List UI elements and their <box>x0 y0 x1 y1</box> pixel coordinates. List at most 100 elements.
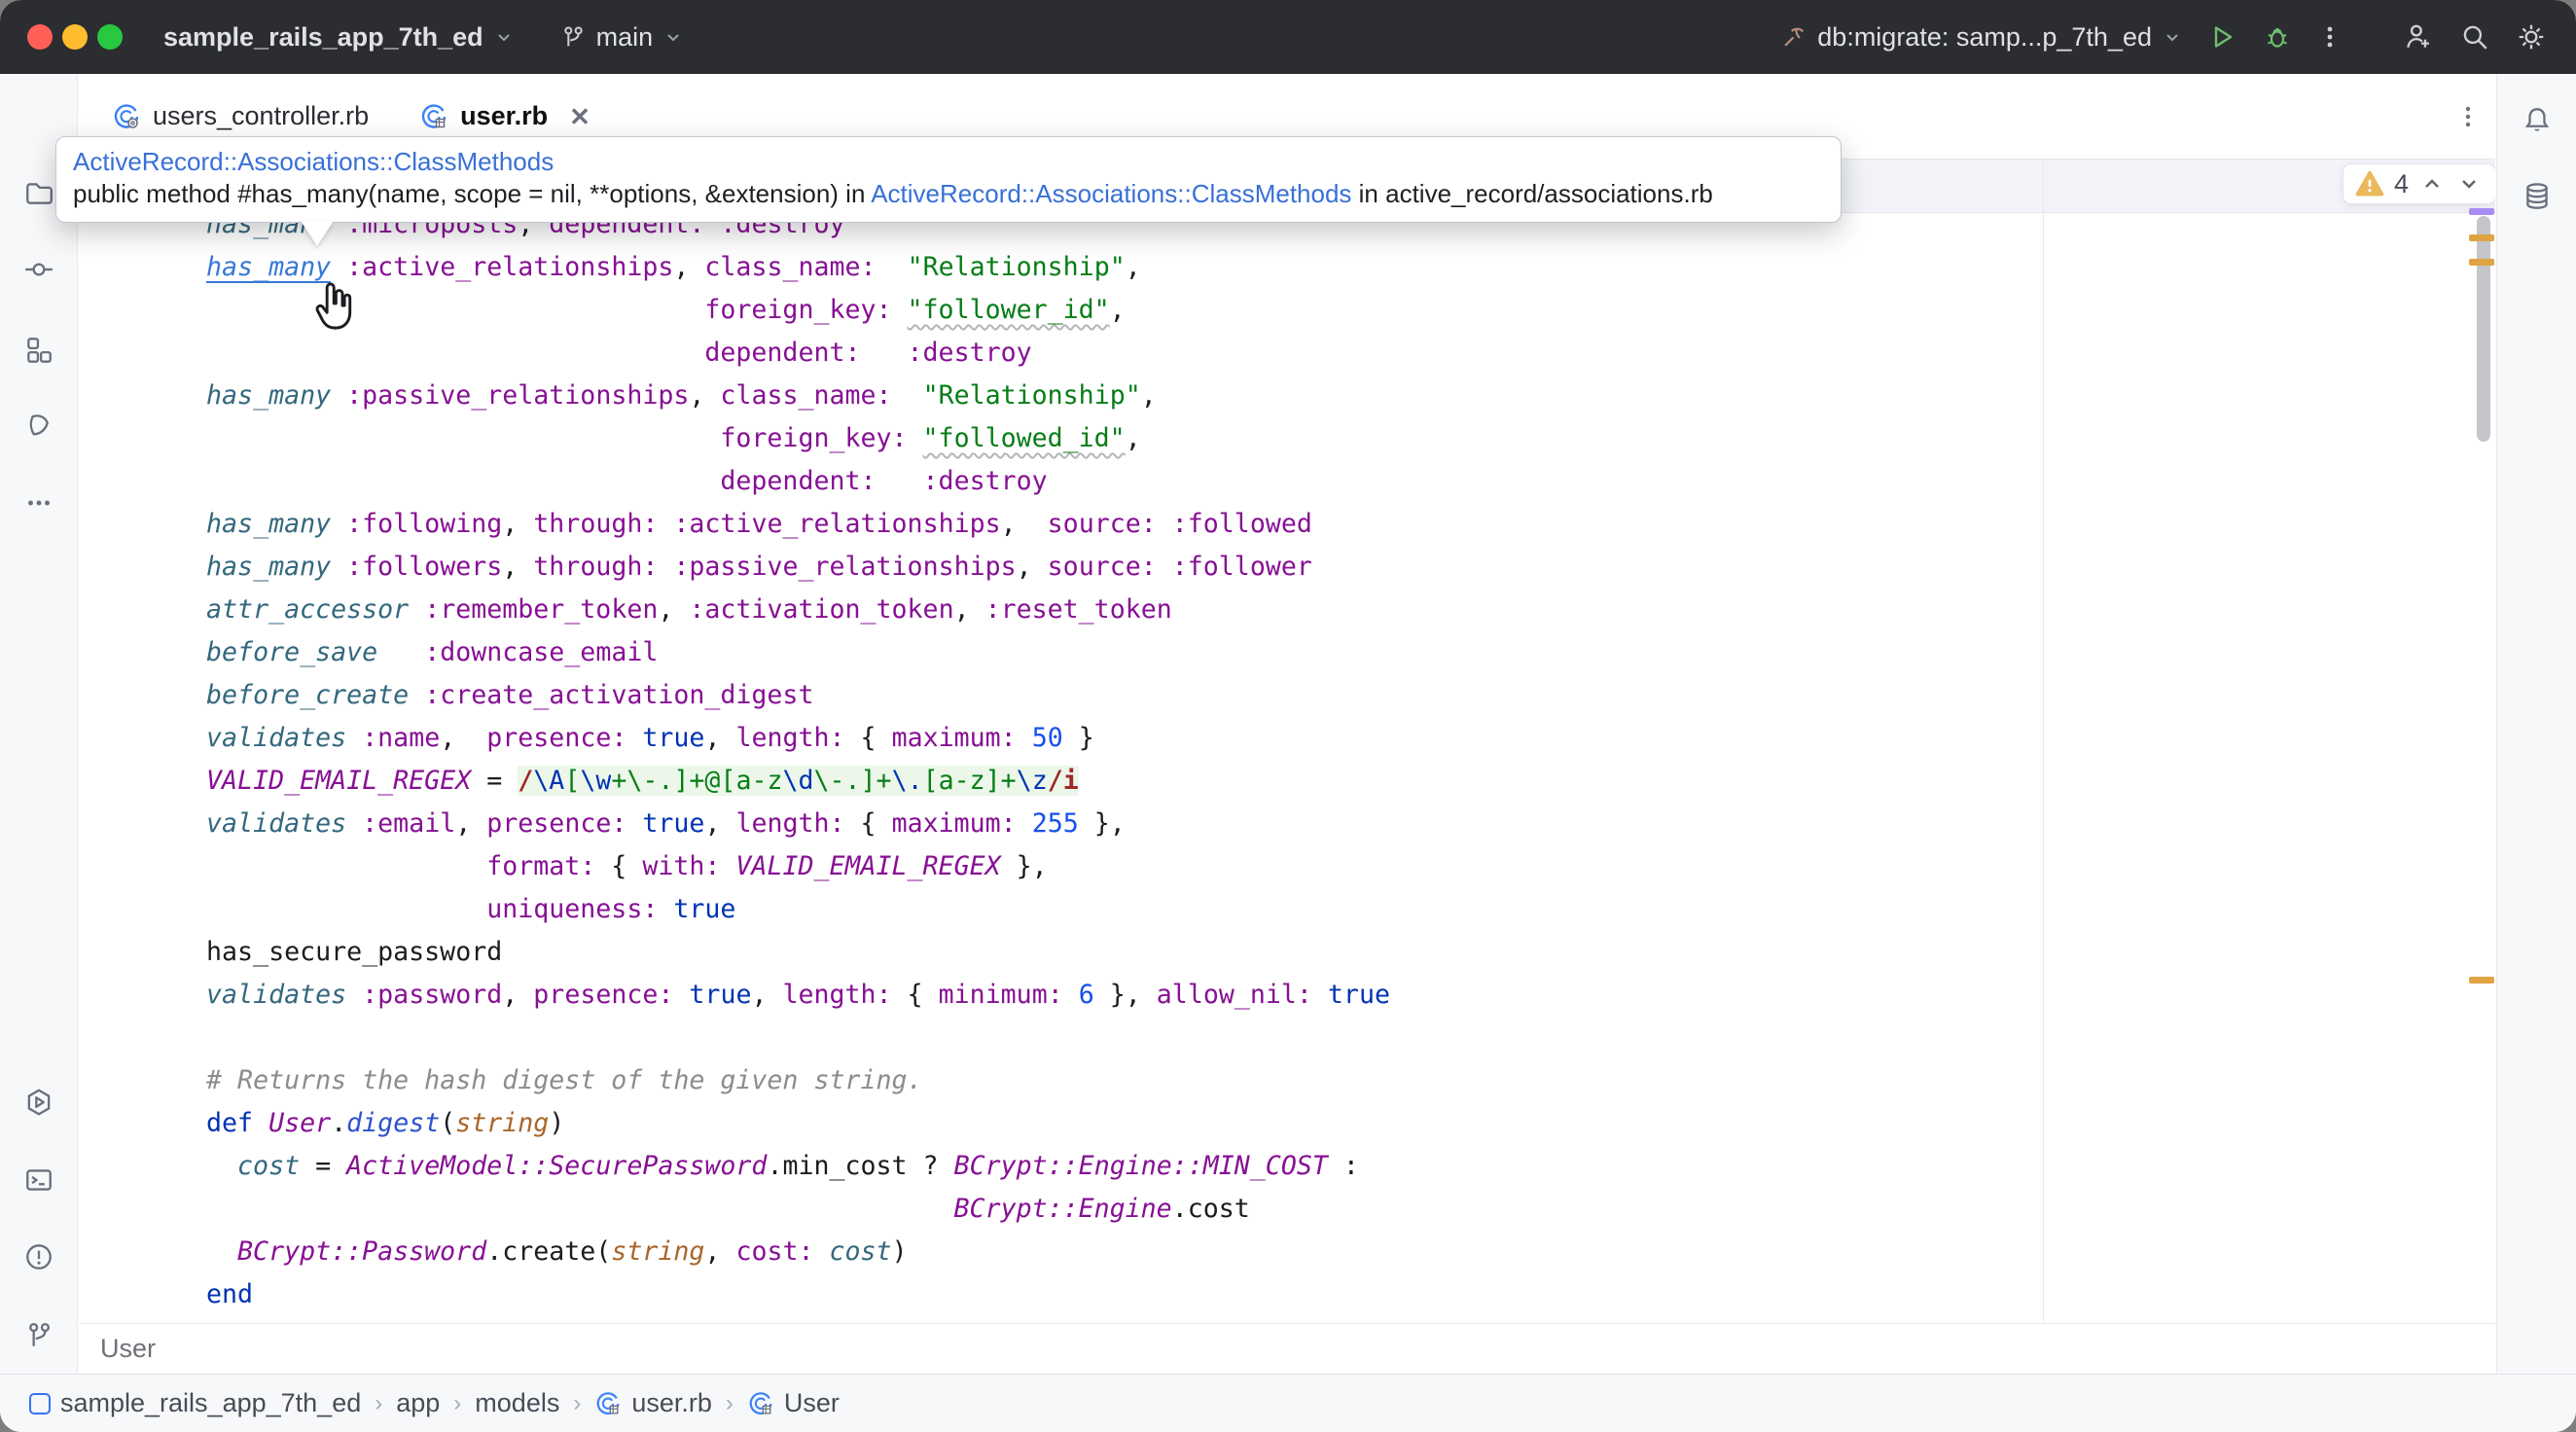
code-line[interactable]: VALID_EMAIL_REGEX = /\A[\w+\-.]+@[a-z\d\… <box>175 760 1390 803</box>
status-bar: sample_rails_app_7th_ed › app › models ›… <box>0 1374 2576 1432</box>
nav-item-app[interactable]: app <box>396 1388 440 1418</box>
code-line[interactable]: # Returns the hash digest of the given s… <box>175 1059 1390 1102</box>
code-line[interactable]: validates :name, presence: true, length:… <box>175 717 1390 760</box>
hand-cursor-icon <box>308 278 357 333</box>
code-line[interactable]: before_create :create_activation_digest <box>175 674 1390 717</box>
code-line[interactable]: end <box>175 1273 1390 1316</box>
doc-popup-arrow <box>301 221 334 263</box>
next-problem-chevron-down-icon[interactable] <box>2455 170 2483 197</box>
problems-icon[interactable] <box>18 1235 60 1278</box>
code-line[interactable]: validates :email, presence: true, length… <box>175 803 1390 845</box>
chevron-down-icon <box>2162 26 2183 48</box>
services-icon[interactable] <box>18 1081 60 1124</box>
git-branch-icon[interactable] <box>18 1313 60 1356</box>
code-area[interactable]: has_many :microposts, dependent: :destro… <box>175 203 1390 1316</box>
right-margin-guide <box>2043 160 2044 1323</box>
run-play-icon[interactable] <box>2208 22 2237 52</box>
doc-popup-body: public method #has_many(name, scope = ni… <box>73 177 1823 210</box>
project-folder-icon[interactable] <box>18 171 60 214</box>
code-line[interactable]: uniqueness: true <box>175 888 1390 931</box>
zoom-window-button[interactable] <box>97 24 123 50</box>
tab-options-kebab-icon[interactable] <box>2449 95 2487 138</box>
editor[interactable]: has_many :microposts, dependent: :destro… <box>79 160 2495 1323</box>
run-configuration-widget[interactable]: db:migrate: samp...p_7th_ed <box>1780 22 2183 53</box>
left-tool-window-strip <box>0 74 78 1374</box>
editor-breadcrumb-bar: User <box>79 1323 2495 1374</box>
error-stripe-mark[interactable] <box>2469 208 2494 215</box>
notifications-bell-icon[interactable] <box>2516 99 2558 142</box>
close-tab-icon[interactable]: ✕ <box>569 104 590 129</box>
chevron-right-icon: › <box>375 1390 382 1417</box>
code-line[interactable]: has_many :following, through: :active_re… <box>175 503 1390 546</box>
debug-bug-icon[interactable] <box>2263 22 2292 52</box>
code-line[interactable]: has_many :active_relationships, class_na… <box>175 246 1390 289</box>
code-line[interactable]: format: { with: VALID_EMAIL_REGEX }, <box>175 845 1390 888</box>
warning-count: 4 <box>2394 169 2409 199</box>
code-line[interactable]: foreign_key: "followed_id", <box>175 417 1390 460</box>
warning-triangle-icon <box>2355 170 2384 197</box>
more-kebab-icon[interactable] <box>2317 22 2343 52</box>
more-tools-icon[interactable] <box>18 482 60 524</box>
code-line[interactable]: has_secure_password <box>175 931 1390 974</box>
pull-requests-icon[interactable] <box>18 404 60 447</box>
tab-label: user.rb <box>460 101 548 131</box>
run-configuration-name: db:migrate: samp...p_7th_ed <box>1817 22 2152 53</box>
breadcrumb-scope[interactable]: User <box>100 1334 156 1364</box>
code-line[interactable]: BCrypt::Engine.cost <box>175 1188 1390 1231</box>
database-icon[interactable] <box>2516 175 2558 218</box>
chevron-right-icon: › <box>573 1390 581 1417</box>
minimize-window-button[interactable] <box>62 24 88 50</box>
branch-name: main <box>596 22 654 53</box>
right-tool-window-strip <box>2496 74 2576 1374</box>
code-line[interactable]: foreign_key: "follower_id", <box>175 289 1390 332</box>
chevron-right-icon: › <box>453 1390 461 1417</box>
code-line[interactable] <box>175 1017 1390 1059</box>
macos-traffic-lights <box>27 24 123 50</box>
doc-popup-class-link[interactable]: ActiveRecord::Associations::ClassMethods <box>871 179 1351 208</box>
error-stripe-mark[interactable] <box>2469 977 2494 984</box>
code-line[interactable]: attr_accessor :remember_token, :activati… <box>175 589 1390 631</box>
code-line[interactable]: def User.digest(string) <box>175 1102 1390 1145</box>
rake-task-icon <box>1780 23 1807 51</box>
code-line[interactable]: dependent: :destroy <box>175 332 1390 375</box>
chevron-down-icon <box>493 26 515 48</box>
commit-icon[interactable] <box>18 248 60 291</box>
error-stripe-mark[interactable] <box>2469 259 2494 266</box>
add-user-icon[interactable] <box>2403 21 2434 53</box>
close-window-button[interactable] <box>27 24 53 50</box>
tab-label: users_controller.rb <box>153 101 369 131</box>
settings-gear-icon[interactable] <box>2516 21 2547 53</box>
nav-item-models[interactable]: models <box>475 1388 559 1418</box>
code-line[interactable]: cost = ActiveModel::SecurePassword.min_c… <box>175 1145 1390 1188</box>
ruby-class-icon <box>747 1390 774 1417</box>
editor-scrollbar[interactable] <box>2477 216 2490 442</box>
code-line[interactable]: has_many :passive_relationships, class_n… <box>175 375 1390 417</box>
code-line[interactable]: dependent: :destroy <box>175 460 1390 503</box>
nav-item-project[interactable]: sample_rails_app_7th_ed <box>29 1388 361 1418</box>
chevron-right-icon: › <box>726 1390 733 1417</box>
rubymine-window: sample_rails_app_7th_ed main <box>0 0 2576 1432</box>
code-line[interactable]: has_many :followers, through: :passive_r… <box>175 546 1390 589</box>
code-line[interactable]: BCrypt::Password.create(string, cost: co… <box>175 1231 1390 1273</box>
git-branch-icon <box>559 23 587 51</box>
project-icon <box>29 1393 51 1414</box>
terminal-icon[interactable] <box>18 1159 60 1201</box>
vcs-widget[interactable]: main <box>559 22 685 53</box>
chevron-down-icon <box>662 26 684 48</box>
ruby-class-icon <box>594 1390 622 1417</box>
previous-problem-chevron-up-icon[interactable] <box>2418 170 2446 197</box>
code-line[interactable]: validates :password, presence: true, len… <box>175 974 1390 1017</box>
title-bar: sample_rails_app_7th_ed main <box>0 0 2576 74</box>
documentation-popup[interactable]: ActiveRecord::Associations::ClassMethods… <box>55 136 1842 223</box>
doc-popup-title-link[interactable]: ActiveRecord::Associations::ClassMethods <box>73 146 1823 177</box>
project-widget[interactable]: sample_rails_app_7th_ed <box>163 22 515 53</box>
inspections-widget[interactable]: 4 <box>2343 163 2495 204</box>
nav-item-user-class[interactable]: User <box>747 1388 840 1418</box>
error-stripe-mark[interactable] <box>2469 234 2494 241</box>
search-icon[interactable] <box>2459 21 2490 53</box>
nav-item-user-rb[interactable]: user.rb <box>594 1388 712 1418</box>
ruby-class-icon <box>112 102 141 131</box>
structure-icon[interactable] <box>18 329 60 372</box>
code-line[interactable]: before_save :downcase_email <box>175 631 1390 674</box>
title-bar-right: db:migrate: samp...p_7th_ed <box>1780 21 2547 53</box>
